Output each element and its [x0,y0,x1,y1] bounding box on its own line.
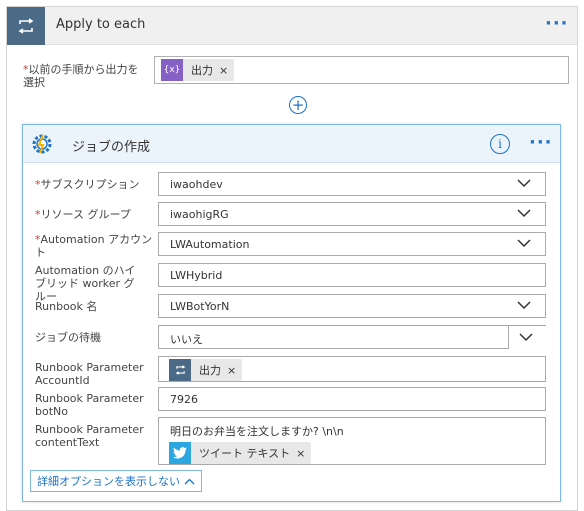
param-botno-input[interactable]: 7926 [158,387,546,411]
info-icon[interactable]: i [490,134,510,154]
runbook-select[interactable]: LWBotYorN [158,294,546,318]
apply-to-each-card: Apply to each ··· *以前の手順から出力を選択 {x} 出力 ×… [6,6,578,511]
job-more-options-icon[interactable]: ··· [529,132,553,153]
output-token-label: 出力 [191,64,213,77]
resource-group-select[interactable]: iwaohigRG [158,202,546,226]
param-botno-value: 7926 [170,393,198,406]
tweet-text-token-label: ツイート テキスト [199,447,291,460]
chevron-down-icon [517,209,531,218]
automation-gear-icon [23,125,61,163]
expression-icon: {x} [161,59,183,81]
output-token-label: 出力 [199,364,221,377]
runbook-label: Runbook 名 [35,300,98,313]
runbook-value: LWBotYorN [170,300,230,313]
wait-job-value: いいえ [170,333,203,346]
create-job-header[interactable]: ジョブの作成 i ··· [23,125,560,163]
chevron-down-icon [517,179,531,188]
tweet-text-token[interactable]: ツイート テキスト × [169,442,312,464]
remove-token-icon[interactable]: × [227,364,236,377]
create-job-card: ジョブの作成 i ··· *サブスクリプション iwaohdev *リソース グ… [22,124,561,502]
subscription-select[interactable]: iwaohdev [158,172,546,196]
automation-account-select[interactable]: LWAutomation [158,232,546,256]
apply-to-each-header[interactable]: Apply to each ··· [7,7,577,45]
wait-job-label: ジョブの待機 [35,331,101,344]
hybrid-worker-input[interactable]: LWHybrid [158,263,546,287]
twitter-bird-icon [169,442,191,464]
output-token[interactable]: 出力 × [169,359,243,381]
dropdown-button[interactable] [508,325,546,349]
wait-job-select[interactable]: いいえ [158,325,546,349]
remove-token-icon[interactable]: × [219,64,228,77]
chevron-up-icon [184,478,195,484]
more-options-icon[interactable]: ··· [545,13,569,34]
prev-output-label: *以前の手順から出力を選択 [23,63,139,89]
resource-group-label: *リソース グループ [35,208,131,221]
apply-to-each-title: Apply to each [56,17,146,32]
param-accountid-label: Runbook Parameter AccountId [35,361,144,387]
chevron-down-icon [519,333,533,342]
param-content-value: 明日のお弁当を注文しますか? \n\n [170,425,344,438]
param-botno-label: Runbook Parameter botNo [35,392,144,418]
hybrid-worker-value: LWHybrid [170,269,223,282]
param-content-label: Runbook Parameter contentText [35,423,144,449]
create-job-title: ジョブの作成 [72,140,151,155]
output-token[interactable]: {x} 出力 × [161,59,235,81]
add-step-icon[interactable]: + [289,96,307,114]
loop-icon [7,7,45,45]
remove-token-icon[interactable]: × [296,447,305,460]
prev-output-input[interactable]: {x} 出力 × [154,56,569,84]
hide-advanced-options-button[interactable]: 詳細オプションを表示しない [30,470,202,492]
param-content-input[interactable]: 明日のお弁当を注文しますか? \n\n ツイート テキスト × [158,417,546,465]
hide-advanced-options-label: 詳細オプションを表示しない [37,475,180,488]
automation-account-label: *Automation アカウント [35,233,153,259]
param-accountid-input[interactable]: 出力 × [158,356,546,382]
resource-group-value: iwaohigRG [170,208,229,221]
hybrid-worker-label: Automation のハイブリッド worker グルー [35,264,136,303]
subscription-label: *サブスクリプション [35,178,140,191]
chevron-down-icon [517,239,531,248]
loop-icon [169,359,191,381]
chevron-down-icon [517,301,531,310]
automation-account-value: LWAutomation [170,238,250,251]
subscription-value: iwaohdev [170,178,223,191]
